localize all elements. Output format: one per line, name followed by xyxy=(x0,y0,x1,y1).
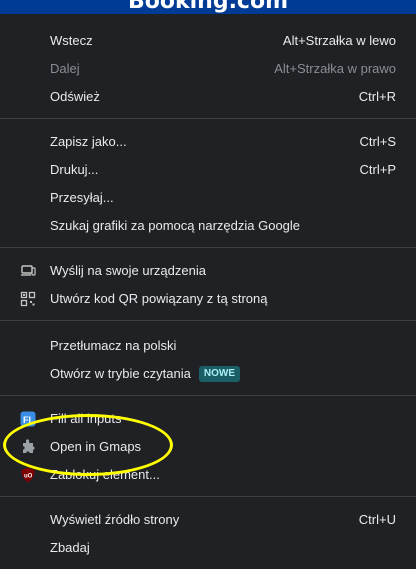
print-label: Drukuj... xyxy=(50,162,99,177)
back-shortcut: Alt+Strzałka w lewo xyxy=(282,33,396,48)
translate-label: Przetłumacz na polski xyxy=(50,338,177,353)
inspect-label: Zbadaj xyxy=(50,540,90,555)
menu-separator xyxy=(0,395,416,396)
menu-item-search-image[interactable]: Szukaj grafiki za pomocą narzędzia Googl… xyxy=(0,212,416,240)
forward-label: Dalej xyxy=(50,61,80,76)
fill-inputs-label: Fill all inputs xyxy=(50,411,122,426)
forward-shortcut: Alt+Strzałka w prawo xyxy=(274,61,396,76)
devices-icon xyxy=(21,265,36,276)
menu-item-reading-mode[interactable]: Otwórz w trybie czytania NOWE xyxy=(0,360,416,388)
back-label: Wstecz xyxy=(50,33,93,48)
search-image-label: Szukaj grafiki za pomocą narzędzia Googl… xyxy=(50,218,301,233)
reload-shortcut: Ctrl+R xyxy=(358,89,396,104)
context-menu: Wstecz Alt+Strzałka w lewo Dalej Alt+Str… xyxy=(0,14,416,569)
menu-item-fill-inputs[interactable]: FI Fill all inputs xyxy=(0,405,416,433)
save-as-label: Zapisz jako... xyxy=(50,134,127,149)
svg-text:FI: FI xyxy=(23,415,31,425)
menu-separator xyxy=(0,320,416,321)
print-shortcut: Ctrl+P xyxy=(359,162,396,177)
save-as-shortcut: Ctrl+S xyxy=(359,134,396,149)
reading-mode-text: Otwórz w trybie czytania xyxy=(50,366,191,381)
menu-item-reload[interactable]: Odśwież Ctrl+R xyxy=(0,83,416,111)
menu-item-open-in-gmaps[interactable]: Open in Gmaps xyxy=(0,433,416,461)
menu-item-back[interactable]: Wstecz Alt+Strzałka w lewo xyxy=(0,27,416,55)
menu-item-print[interactable]: Drukuj... Ctrl+P xyxy=(0,156,416,184)
new-badge: NOWE xyxy=(198,365,240,382)
menu-item-save-as[interactable]: Zapisz jako... Ctrl+S xyxy=(0,128,416,156)
page-header-strip: Booking.com xyxy=(0,0,416,14)
menu-item-send-to-devices[interactable]: Wyślij na swoje urządzenia xyxy=(0,257,416,285)
menu-item-translate[interactable]: Przetłumacz na polski xyxy=(0,332,416,360)
view-source-shortcut: Ctrl+U xyxy=(358,512,396,527)
menu-item-qr-code[interactable]: Utwórz kod QR powiązany z tą stroną xyxy=(0,285,416,313)
qr-code-label: Utwórz kod QR powiązany z tą stroną xyxy=(50,291,268,306)
cast-label: Przesyłaj... xyxy=(50,190,114,205)
qr-code-icon xyxy=(20,291,36,307)
reload-label: Odśwież xyxy=(50,89,100,104)
booking-logo: Booking.com xyxy=(127,0,288,14)
menu-item-cast[interactable]: Przesyłaj... xyxy=(0,184,416,212)
puzzle-piece-icon xyxy=(23,439,35,453)
menu-separator xyxy=(0,118,416,119)
menu-item-inspect[interactable]: Zbadaj xyxy=(0,534,416,562)
send-to-devices-label: Wyślij na swoje urządzenia xyxy=(50,263,206,278)
ublock-shield-icon: uO xyxy=(21,467,35,483)
block-element-label: Zablokuj element... xyxy=(50,467,160,482)
menu-item-block-element[interactable]: uO Zablokuj element... xyxy=(0,461,416,489)
fill-inputs-extension-icon: FI xyxy=(20,411,36,427)
menu-item-view-source[interactable]: Wyświetl źródło strony Ctrl+U xyxy=(0,506,416,534)
menu-separator xyxy=(0,496,416,497)
menu-item-forward[interactable]: Dalej Alt+Strzałka w prawo xyxy=(0,55,416,83)
svg-text:uO: uO xyxy=(24,474,33,480)
menu-separator xyxy=(0,247,416,248)
open-in-gmaps-label: Open in Gmaps xyxy=(50,439,142,454)
view-source-label: Wyświetl źródło strony xyxy=(50,512,180,527)
reading-mode-label: Otwórz w trybie czytania NOWE xyxy=(50,360,240,388)
